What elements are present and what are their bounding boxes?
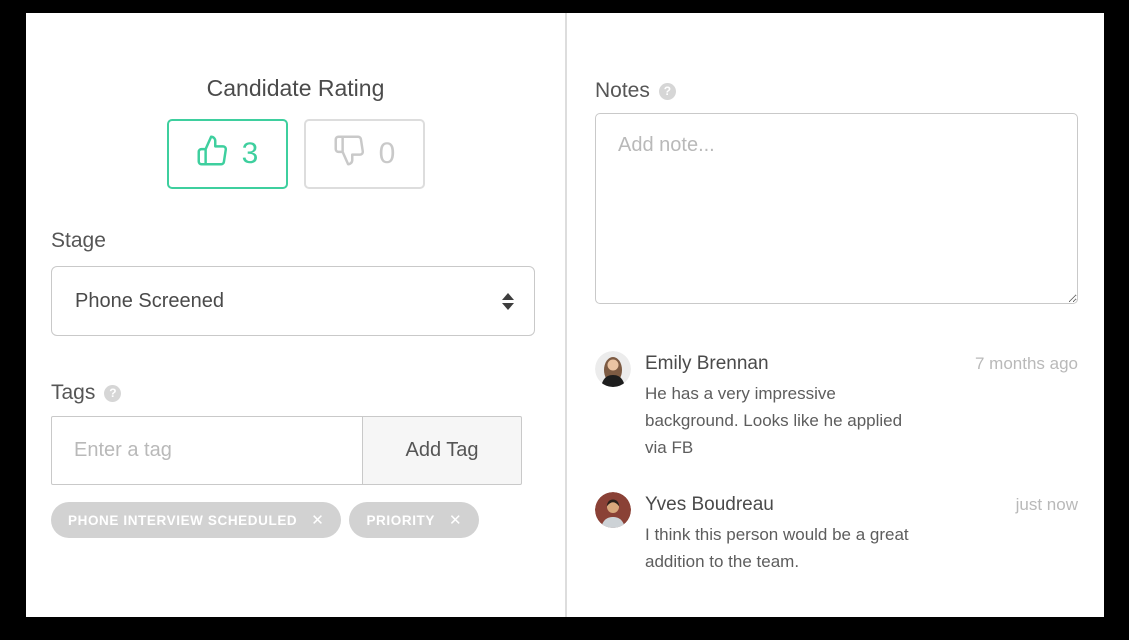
candidate-panel: Candidate Rating 3 0 Stage (26, 13, 1104, 617)
tag-pill: PHONE INTERVIEW SCHEDULED ✕ (51, 502, 341, 538)
thumbs-down-button[interactable]: 0 (304, 119, 425, 189)
tags-help-icon[interactable]: ? (104, 385, 121, 402)
add-note-textarea[interactable] (595, 113, 1078, 304)
note-text: I think this person would be a great add… (645, 521, 925, 575)
stage-selected-value: Phone Screened (75, 290, 502, 313)
note-text: He has a very impressive background. Loo… (645, 380, 925, 461)
thumbs-up-icon (196, 134, 229, 175)
select-arrows-icon (502, 293, 514, 310)
note-item: Yves Boudreau just now I think this pers… (595, 492, 1078, 575)
notes-help-icon[interactable]: ? (659, 83, 676, 100)
notes-label: Notes (595, 79, 650, 103)
note-timestamp: just now (1016, 495, 1078, 515)
tag-pill-label: PHONE INTERVIEW SCHEDULED (68, 513, 297, 528)
tag-pill-label: PRIORITY (366, 513, 435, 528)
note-timestamp: 7 months ago (975, 354, 1078, 374)
tag-input-row: Add Tag (51, 416, 522, 485)
thumbs-down-count: 0 (379, 137, 396, 171)
stage-label: Stage (51, 229, 565, 253)
add-tag-button[interactable]: Add Tag (363, 416, 522, 485)
avatar (595, 351, 631, 387)
note-item: Emily Brennan 7 months ago He has a very… (595, 351, 1078, 461)
stage-select[interactable]: Phone Screened (51, 266, 535, 336)
tag-pill-list: PHONE INTERVIEW SCHEDULED ✕ PRIORITY ✕ (51, 502, 565, 538)
tags-label-row: Tags ? (51, 381, 565, 405)
rating-stage-tags-panel: Candidate Rating 3 0 Stage (26, 13, 565, 617)
note-author: Emily Brennan (645, 351, 769, 377)
thumbs-up-count: 3 (242, 137, 259, 171)
notes-panel: Notes ? Emily Brennan 7 months ago He ha… (567, 13, 1104, 617)
note-content: Yves Boudreau just now I think this pers… (645, 492, 1078, 575)
tag-input[interactable] (51, 416, 363, 485)
candidate-rating-title: Candidate Rating (51, 75, 565, 101)
thumbs-up-button[interactable]: 3 (167, 119, 288, 189)
note-author: Yves Boudreau (645, 492, 774, 518)
notes-label-row: Notes ? (595, 79, 1078, 103)
note-content: Emily Brennan 7 months ago He has a very… (645, 351, 1078, 461)
remove-tag-icon[interactable]: ✕ (311, 511, 324, 529)
rating-buttons: 3 0 (51, 119, 565, 189)
tags-label: Tags (51, 381, 95, 405)
thumbs-down-icon (333, 134, 366, 175)
avatar (595, 492, 631, 528)
remove-tag-icon[interactable]: ✕ (449, 511, 462, 529)
tag-pill: PRIORITY ✕ (349, 502, 479, 538)
